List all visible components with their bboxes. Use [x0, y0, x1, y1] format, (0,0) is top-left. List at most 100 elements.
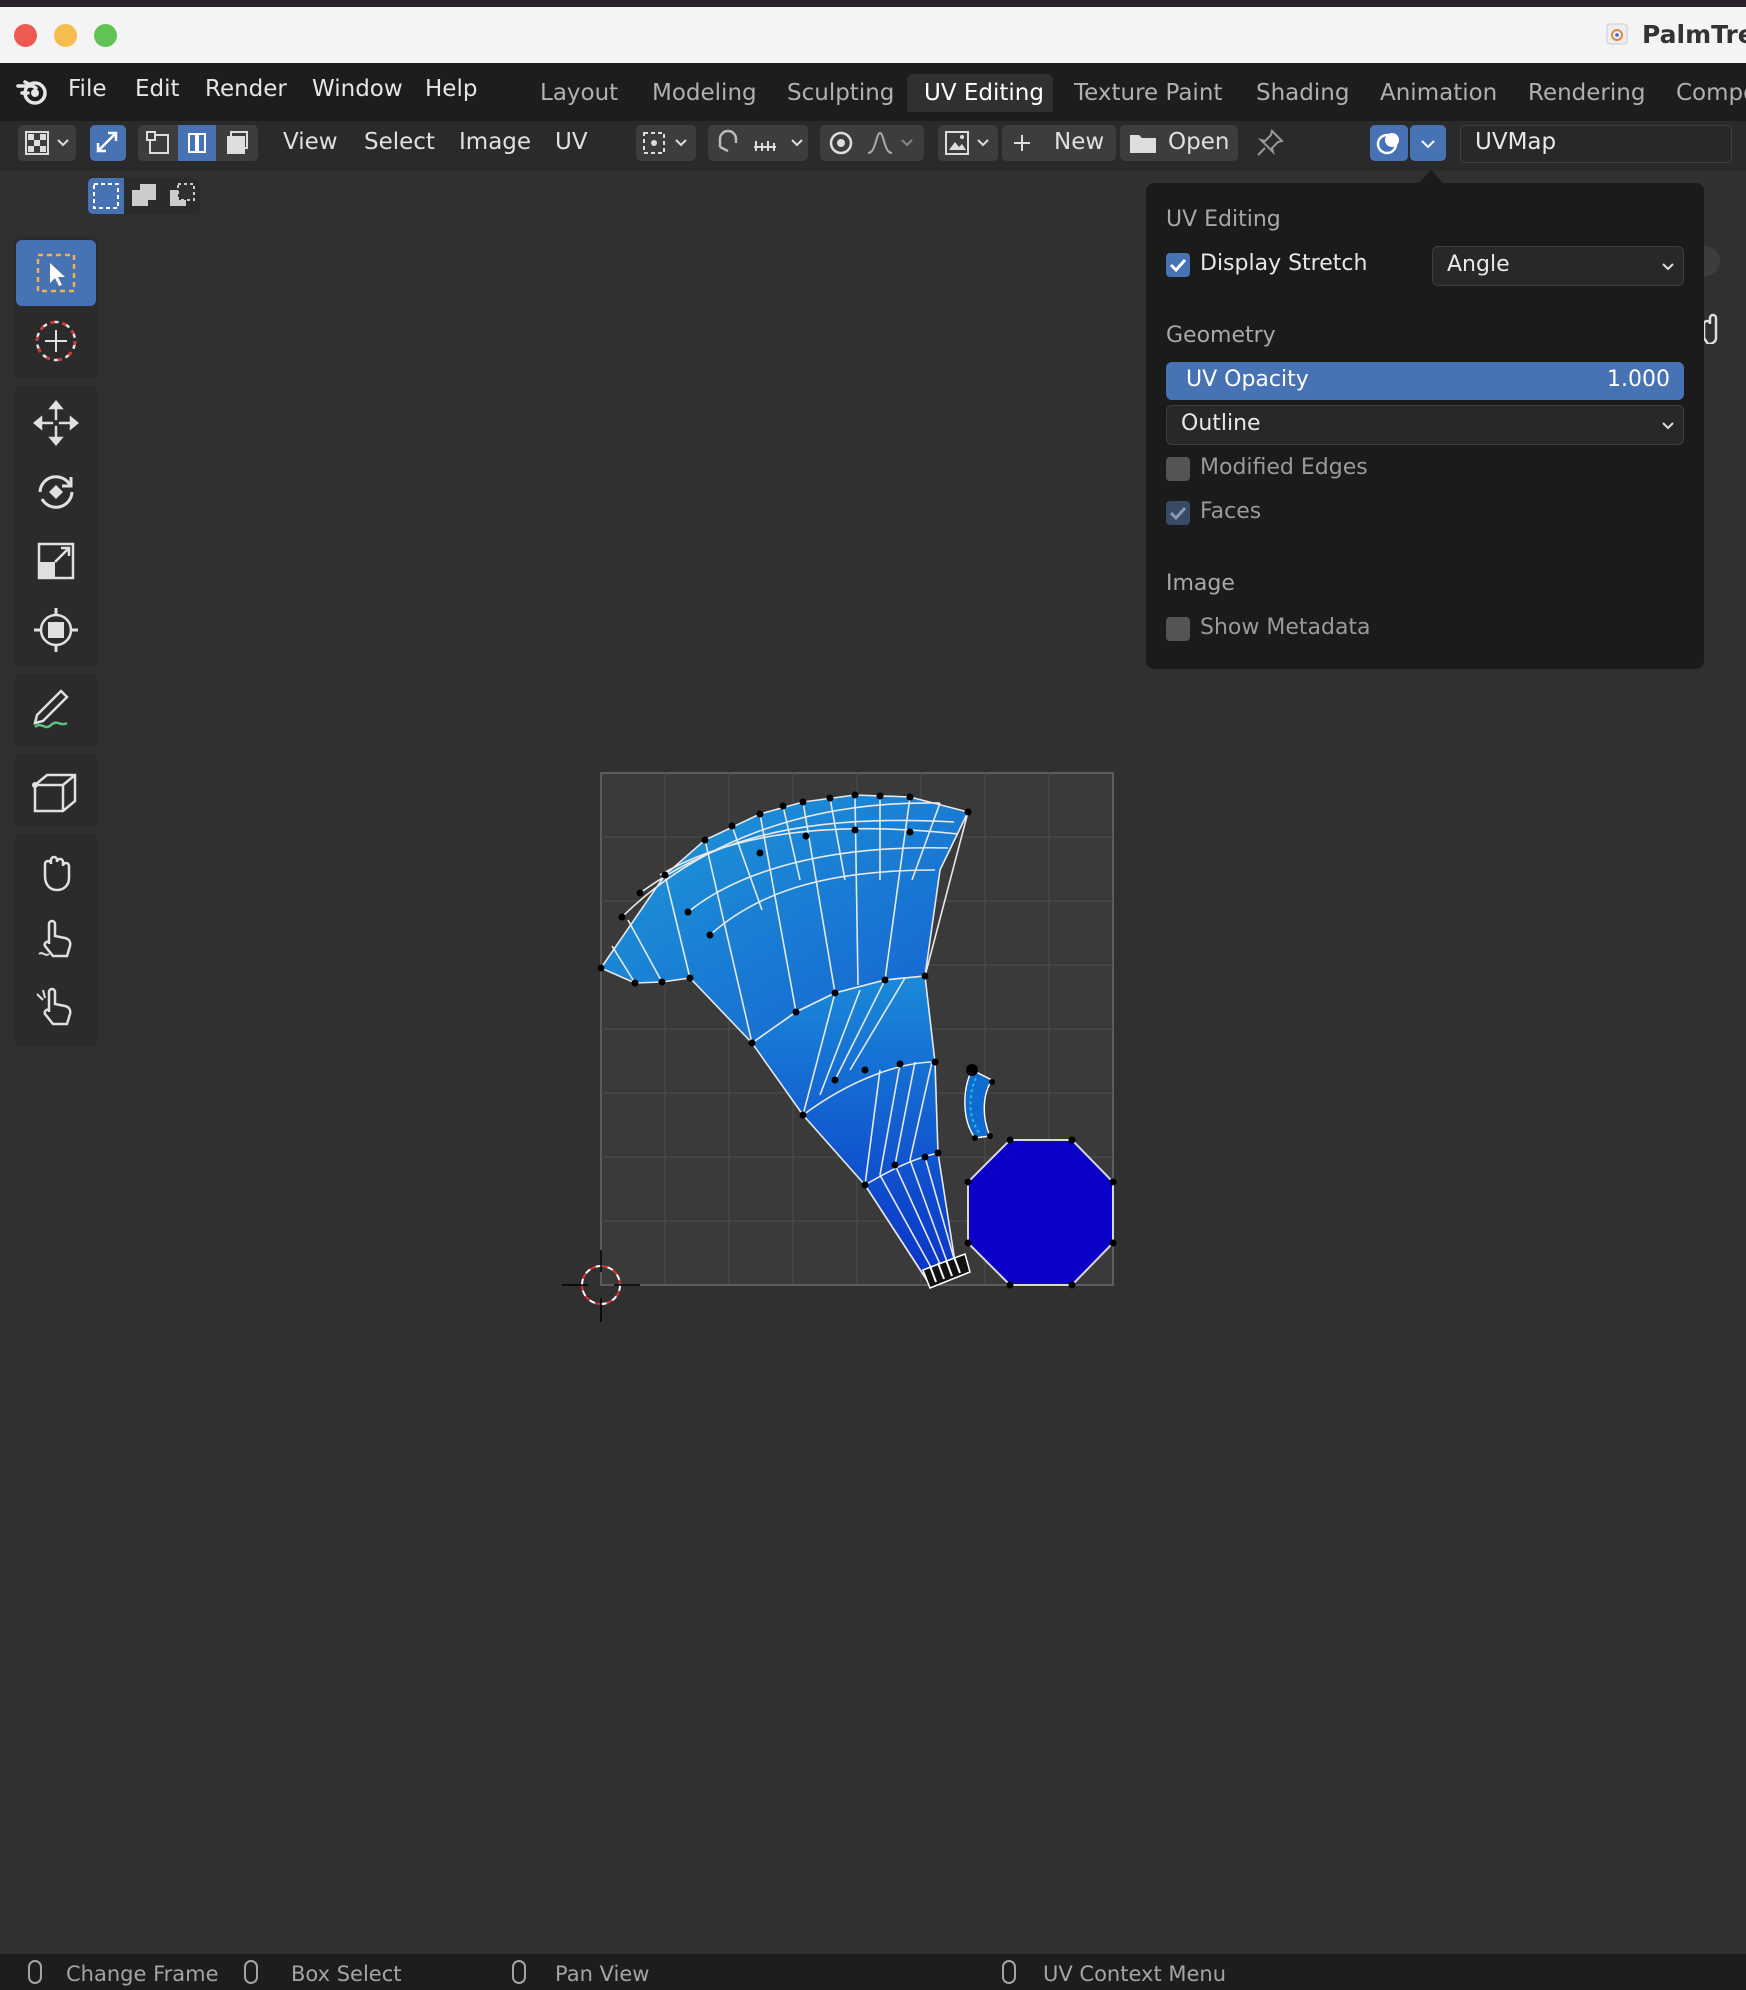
tab-animation[interactable]: Animation — [1380, 80, 1497, 106]
tool-cursor[interactable] — [16, 308, 96, 374]
chevron-down-icon — [1662, 263, 1674, 271]
uv-opacity-value: 1.000 — [1607, 367, 1670, 392]
edge-select-mode-icon[interactable] — [178, 125, 216, 161]
overlays-icon — [1376, 133, 1399, 155]
relax-icon — [38, 919, 72, 958]
tab-layout[interactable]: Layout — [540, 80, 618, 106]
uv-opacity-label: UV Opacity — [1186, 367, 1309, 392]
scale-icon — [37, 542, 75, 580]
tool-pinch[interactable] — [16, 974, 96, 1040]
sync-selection-button[interactable] — [90, 125, 126, 161]
pin-icon[interactable] — [1252, 125, 1288, 161]
status-pan-view: Pan View — [555, 1962, 650, 1986]
image-icon — [945, 131, 989, 155]
section-uv-editing: UV Editing — [1166, 207, 1281, 232]
zoom-window-button[interactable] — [94, 24, 117, 47]
blender-file-icon — [1605, 22, 1629, 46]
grab-icon — [43, 855, 71, 892]
section-image: Image — [1166, 571, 1235, 596]
menu-render[interactable]: Render — [205, 76, 287, 102]
tool-annotate[interactable] — [16, 677, 96, 743]
annotate-icon — [33, 689, 69, 729]
select-subtract-icon[interactable] — [164, 178, 200, 214]
tool-relax[interactable] — [16, 906, 96, 972]
transform-icon — [34, 608, 78, 652]
tab-modeling[interactable]: Modeling — [652, 80, 757, 106]
show-metadata-checkbox[interactable] — [1166, 617, 1190, 641]
menu-window[interactable]: Window — [312, 76, 403, 102]
display-stretch-checkbox[interactable] — [1166, 253, 1190, 277]
tool-move[interactable] — [16, 390, 96, 456]
sync-arrows-icon — [96, 131, 118, 153]
rotate-icon — [38, 475, 74, 509]
increment-icon — [754, 139, 803, 151]
status-box-select: Box Select — [291, 1962, 402, 1986]
select-new-icon[interactable] — [88, 178, 124, 214]
tab-texture-paint[interactable]: Texture Paint — [1074, 80, 1222, 106]
tab-sculpting[interactable]: Sculpting — [787, 80, 894, 106]
uv-opacity-slider[interactable]: UV Opacity 1.000 — [1166, 362, 1684, 400]
header-menu-view[interactable]: View — [283, 129, 338, 155]
blender-logo-icon[interactable] — [16, 74, 50, 108]
overlays-dropdown-button[interactable] — [1410, 125, 1446, 161]
tab-shading[interactable]: Shading — [1256, 80, 1349, 106]
modified-edges-label: Modified Edges — [1200, 455, 1368, 480]
vertex-select-mode-icon[interactable] — [140, 125, 178, 161]
edge-display-select[interactable]: Outline — [1166, 405, 1684, 445]
tab-uv-editing[interactable]: UV Editing — [924, 80, 1044, 106]
select-extend-icon[interactable] — [126, 178, 162, 214]
tool-rip-region[interactable] — [16, 757, 96, 823]
tool-scale[interactable] — [16, 528, 96, 594]
header-menu-select[interactable]: Select — [364, 129, 435, 155]
status-change-frame: Change Frame — [66, 1962, 219, 1986]
close-window-button[interactable] — [14, 24, 37, 47]
stretch-mode-value: Angle — [1447, 252, 1510, 277]
tool-grab[interactable] — [16, 838, 96, 904]
falloff-dropdown[interactable] — [862, 125, 922, 161]
mouse-middle-icon — [512, 1960, 526, 1984]
check-icon — [1169, 258, 1187, 273]
window-titlebar — [0, 0, 1746, 63]
tool-transform[interactable] — [16, 597, 96, 663]
image-browse-dropdown[interactable] — [938, 125, 998, 161]
display-stretch-label: Display Stretch — [1200, 251, 1368, 276]
header-menu-image[interactable]: Image — [459, 129, 531, 155]
rip-region-icon — [32, 773, 77, 813]
menu-edit[interactable]: Edit — [135, 76, 180, 102]
folder-icon — [1130, 135, 1156, 153]
chevron-down-icon — [1662, 422, 1674, 430]
show-metadata-label: Show Metadata — [1200, 615, 1371, 640]
pivot-point-dropdown[interactable] — [636, 125, 696, 161]
cursor-icon — [35, 320, 77, 362]
plus-icon — [1014, 135, 1030, 151]
mouse-right-icon — [1002, 1960, 1016, 1984]
status-bar — [0, 1954, 1746, 1990]
tab-compositing[interactable]: Compo — [1676, 80, 1746, 106]
faces-label: Faces — [1200, 499, 1262, 524]
stretch-mode-select[interactable]: Angle — [1432, 246, 1684, 286]
modified-edges-checkbox[interactable] — [1166, 457, 1190, 481]
new-image-button[interactable]: New — [1002, 125, 1116, 161]
minimize-window-button[interactable] — [54, 24, 77, 47]
tool-rotate[interactable] — [16, 459, 96, 525]
uv-canvas[interactable] — [540, 760, 1140, 1330]
menu-file[interactable]: File — [68, 76, 107, 102]
header-menu-uv[interactable]: UV — [555, 129, 588, 155]
open-image-button[interactable]: Open — [1120, 125, 1238, 161]
uvmap-field[interactable]: UVMap — [1460, 125, 1732, 163]
check-icon — [1169, 506, 1187, 521]
face-select-mode-icon[interactable] — [218, 125, 256, 161]
faces-checkbox[interactable] — [1166, 501, 1190, 525]
edge-display-value: Outline — [1181, 411, 1261, 436]
tool-select-box[interactable] — [16, 240, 96, 306]
menu-help[interactable]: Help — [425, 76, 477, 102]
mouse-left-icon — [28, 1960, 42, 1984]
snap-magnet-icon[interactable] — [710, 125, 746, 161]
editor-type-button[interactable] — [18, 125, 76, 161]
proportional-edit-icon[interactable] — [822, 125, 860, 161]
snap-increment-dropdown[interactable] — [748, 125, 808, 161]
overlays-toggle-button[interactable] — [1370, 125, 1408, 161]
tab-rendering[interactable]: Rendering — [1528, 80, 1645, 106]
window-top-strip — [0, 0, 1746, 7]
overlays-popover: UV Editing Display Stretch Angle Geometr… — [1146, 183, 1704, 669]
